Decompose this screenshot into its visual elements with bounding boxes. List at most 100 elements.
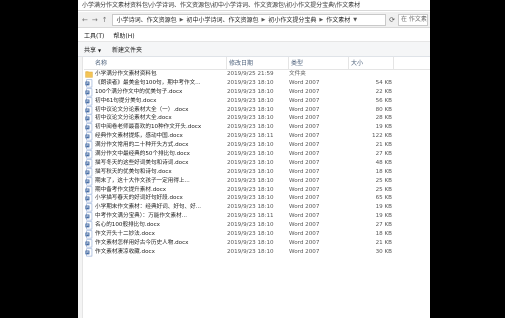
file-date: 2019/9/23 18:10: [227, 231, 274, 238]
folder-row[interactable]: 小学满分作文素材资料包 2019/9/25 21:59 文件夹: [84, 70, 430, 79]
file-row[interactable]: W 期末了，这十大作文孩子一定用得上... 2019/9/23 18:10 Word …: [84, 177, 430, 186]
file-date: 2019/9/23 18:10: [227, 142, 274, 149]
file-date: 2019/9/23 18:10: [227, 168, 274, 175]
file-date: 2019/9/23 18:10: [227, 151, 274, 158]
file-name: 《朗读者》最美金句100句，期中考作文...: [95, 79, 201, 86]
navigation-pane[interactable]: [78, 57, 83, 318]
file-date: 2019/9/23 18:10: [227, 222, 274, 229]
file-date: 2019/9/23 18:10: [227, 159, 274, 166]
file-date: 2019/9/23 18:10: [227, 248, 274, 255]
file-name: 小学描写春天的好词好句好段.docx: [95, 195, 183, 202]
breadcrumb-item[interactable]: 作文素材: [325, 15, 351, 24]
file-row[interactable]: W 作文素材怎样用好古今历史人物.docx 2019/9/23 18:10 Word …: [84, 239, 430, 248]
refresh-icon[interactable]: ⟳: [386, 16, 398, 24]
file-name: 经典作文素材提炼，感动中国.docx: [95, 133, 183, 140]
file-type: Word 2007: [289, 151, 320, 158]
file-type: Word 2007: [289, 115, 320, 122]
column-header-type[interactable]: 类型: [289, 57, 349, 70]
file-name: 作文素材怎样用好古今历史人物.docx: [95, 239, 189, 246]
breadcrumb-item[interactable]: 小学诗词、作文资源包: [116, 15, 178, 24]
file-row[interactable]: W 初中议论文分论素材大全.docx 2019/9/23 18:10 Word 200…: [84, 114, 430, 123]
file-size: 18 KB: [375, 231, 392, 238]
column-header-name[interactable]: 名称: [84, 57, 227, 70]
file-type: Word 2007: [289, 239, 320, 246]
file-date: 2019/9/23 18:10: [227, 124, 274, 131]
file-type: Word 2007: [289, 195, 320, 202]
up-arrow-icon[interactable]: ↑: [100, 16, 110, 24]
column-header-size[interactable]: 大小: [349, 57, 394, 70]
share-button[interactable]: 共享 ▼: [84, 45, 101, 54]
file-type: Word 2007: [289, 204, 320, 211]
file-row[interactable]: W 中考作文满分宝典）：万能作文素材... 2019/9/23 18:11 Word …: [84, 212, 430, 221]
file-name: 初中61句提分美句.docx: [95, 97, 157, 104]
search-input[interactable]: 在 作文素材: [398, 13, 428, 26]
file-size: 19 KB: [375, 124, 392, 131]
file-row[interactable]: W 初中议论文分论素材大全（一）.docx 2019/9/23 18:10 Word …: [84, 106, 430, 115]
file-row[interactable]: W 描写秋天的优美句和诗句.docx 2019/9/23 18:10 Word 200…: [84, 168, 430, 177]
file-row[interactable]: W 名心的100般排比句.docx 2019/9/23 18:10 Word 2007…: [84, 221, 430, 230]
file-size: 27 KB: [375, 151, 392, 158]
file-size: 30 KB: [375, 248, 392, 255]
file-row[interactable]: W 小学期末作文素材：经典好词、好句、好... 2019/9/23 18:10 Wor…: [84, 203, 430, 212]
chevron-right-icon[interactable]: ▶: [260, 17, 268, 23]
file-row[interactable]: W 描写冬天的这些好词美句和诗词.docx 2019/9/23 18:10 Word …: [84, 159, 430, 168]
file-name: 初中阅卷老师最喜欢的10种作文开头.docx: [95, 124, 202, 131]
file-date: 2019/9/23 18:10: [227, 204, 274, 211]
file-row[interactable]: W 期中备考作文提升素材.docx 2019/9/23 18:10 Word 2007…: [84, 186, 430, 195]
file-type: Word 2007: [289, 133, 320, 140]
file-size: 19 KB: [375, 204, 392, 211]
file-size: 18 KB: [375, 168, 392, 175]
breadcrumb-item[interactable]: 初中小学诗词、作文资源包: [186, 15, 260, 24]
menu-item-help[interactable]: 帮助(H): [113, 31, 134, 40]
back-arrow-icon[interactable]: ←: [80, 16, 90, 24]
file-type: Word 2007: [289, 142, 320, 149]
file-name: 描写秋天的优美句和诗句.docx: [95, 168, 172, 175]
menu-item-tools[interactable]: 工具(T): [84, 31, 104, 40]
breadcrumb-item[interactable]: 初小作文提分宝典: [267, 15, 317, 24]
file-type: Word 2007: [289, 231, 320, 238]
file-type: Word 2007: [289, 106, 320, 113]
file-size: 54 KB: [375, 79, 392, 86]
file-row[interactable]: W 100个满分作文中的优美句子.docx 2019/9/23 18:10 Word …: [84, 88, 430, 97]
file-type: Word 2007: [289, 213, 320, 220]
file-name: 初中议论文分论素材大全（一）.docx: [95, 106, 189, 113]
column-header-row: 名称 修改日期 类型 大小: [84, 57, 430, 70]
file-row[interactable]: W 经典作文素材提炼，感动中国.docx 2019/9/23 18:11 Word 2…: [84, 132, 430, 141]
file-size: 21 KB: [375, 239, 392, 246]
file-name: 满分作文中最经典的50个排比句.docx: [95, 151, 190, 158]
file-type: 文件夹: [289, 71, 306, 77]
file-type: Word 2007: [289, 186, 320, 193]
file-date: 2019/9/23 18:10: [227, 97, 274, 104]
nav-buttons: ← → ↑: [78, 12, 110, 27]
address-bar: ← → ↑ 小学诗词、作文资源包 ▶ 初中小学诗词、作文资源包 ▶ 初小作文提分…: [78, 12, 430, 28]
chevron-down-icon[interactable]: ▼: [351, 17, 359, 23]
file-row[interactable]: W 初中阅卷老师最喜欢的10种作文开头.docx 2019/9/23 18:10 Wo…: [84, 123, 430, 132]
column-header-date[interactable]: 修改日期: [227, 57, 289, 70]
file-type: Word 2007: [289, 124, 320, 131]
new-folder-button[interactable]: 新建文件夹: [112, 45, 142, 54]
file-row[interactable]: W 满分作文中最经典的50个排比句.docx 2019/9/23 18:10 Word…: [84, 150, 430, 159]
file-date: 2019/9/23 18:10: [227, 186, 274, 193]
file-rows: 小学满分作文素材资料包 2019/9/25 21:59 文件夹 W 《朗读者》最美金句1…: [84, 70, 430, 257]
chevron-right-icon[interactable]: ▶: [317, 17, 325, 23]
file-type: Word 2007: [289, 159, 320, 166]
chevron-right-icon[interactable]: ▶: [178, 17, 186, 23]
file-name: 初中议论文分论素材大全.docx: [95, 115, 172, 122]
file-row[interactable]: W 初中61句提分美句.docx 2019/9/23 18:10 Word 2007 5…: [84, 97, 430, 106]
file-row[interactable]: W 作文素材凄凉收藏.docx 2019/9/23 18:10 Word 2007 30…: [84, 248, 430, 257]
command-bar: 共享 ▼ 新建文件夹: [78, 42, 430, 57]
file-name: 小学满分作文素材资料包: [95, 71, 157, 77]
forward-arrow-icon[interactable]: →: [90, 16, 100, 24]
explorer-window: 小学满分作文素材资料包\小学诗词、作文资源包\初中小学诗词、作文资源包\初小作文…: [78, 0, 430, 318]
file-size: 56 KB: [375, 97, 392, 104]
file-row[interactable]: W 满分作文常用的二十种开头方式.docx 2019/9/23 18:10 Word …: [84, 141, 430, 150]
file-date: 2019/9/23 18:11: [227, 213, 274, 220]
file-type: Word 2007: [289, 97, 320, 104]
breadcrumb[interactable]: 小学诗词、作文资源包 ▶ 初中小学诗词、作文资源包 ▶ 初小作文提分宝典 ▶ 作…: [111, 13, 386, 26]
file-date: 2019/9/23 18:10: [227, 239, 274, 246]
file-name: 中考作文满分宝典）：万能作文素材...: [95, 213, 188, 220]
file-type: Word 2007: [289, 88, 320, 95]
file-row[interactable]: W 小学描写春天的好词好句好段.docx 2019/9/23 18:10 Word 2…: [84, 194, 430, 203]
file-row[interactable]: W 《朗读者》最美金句100句，期中考作文... 2019/9/23 18:10 Wo…: [84, 79, 430, 88]
file-row[interactable]: W 作文开头十二妙法.docx 2019/9/23 18:10 Word 2007 18…: [84, 230, 430, 239]
